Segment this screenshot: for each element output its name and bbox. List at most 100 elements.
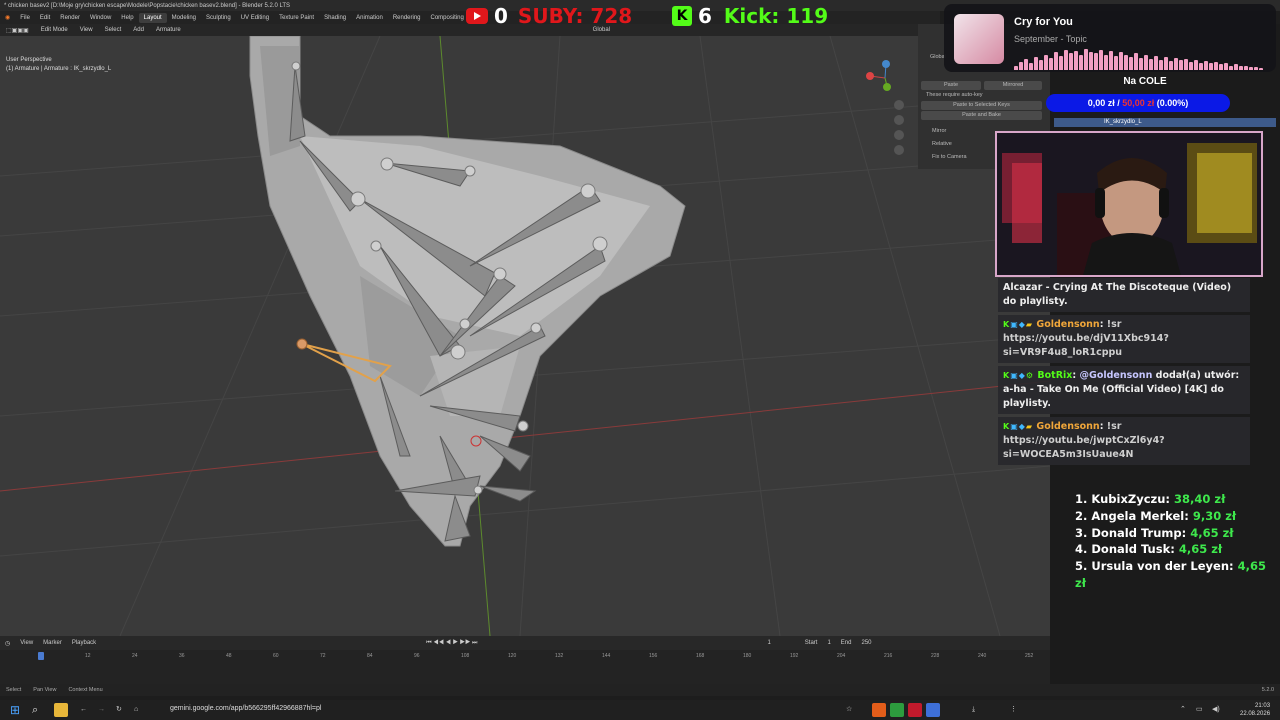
donor-name: Donald Trump: [1091,525,1187,540]
address-bar[interactable]: gemini.google.com/app/b566295ff42966887h… [170,705,321,712]
visualizer-bar [1259,68,1263,70]
option-relative[interactable]: Relative [932,141,952,147]
tray-chevron-icon[interactable]: ⌃ [1180,703,1194,717]
end-frame-field[interactable]: 250 [856,640,876,646]
visualizer-bar [1139,58,1143,70]
menu-select[interactable]: Select [99,27,128,33]
mode-dropdown[interactable]: Edit Mode [35,27,74,33]
navigation-gizmo[interactable] [866,60,891,91]
visualizer-bar [1014,66,1018,70]
windows-start-icon[interactable]: ⊞ [10,703,24,717]
menu-render[interactable]: Render [55,15,85,21]
donor-name: Donald Tusk: [1091,542,1175,557]
visualizer-bar [1024,59,1028,70]
timeline-tick-label: 84 [367,653,373,659]
reload-icon[interactable]: ↻ [116,703,130,717]
network-icon[interactable]: ▭ [1196,703,1210,717]
pan-hand-icon[interactable] [894,115,904,125]
timeline-menu-marker[interactable]: Marker [38,640,67,646]
menu-add[interactable]: Add [127,27,150,33]
timeline-tick-label: 72 [320,653,326,659]
paste-selected-keys-button[interactable]: Paste to Selected Keys [921,101,1042,110]
back-icon[interactable]: ← [80,703,94,717]
chicken-mesh[interactable] [249,36,686,547]
visualizer-bar [1144,55,1148,70]
menu-file[interactable]: File [15,15,35,21]
option-mirror[interactable]: Mirror [932,128,946,134]
menu-help[interactable]: Help [116,15,138,21]
tab-texture-paint[interactable]: Texture Paint [274,13,319,23]
tab-rendering[interactable]: Rendering [388,13,426,23]
mirrored-button[interactable]: Mirrored [984,81,1042,90]
timeline-editor-icon[interactable]: ◷ [0,640,15,647]
extension-icon[interactable] [890,703,904,717]
menu-edit[interactable]: Edit [35,15,55,21]
start-frame-field[interactable]: 1 [822,640,835,646]
ik-bone-head[interactable] [296,338,308,350]
forward-icon[interactable]: → [98,703,112,717]
tab-compositing[interactable]: Compositing [426,13,469,23]
leaderboard-row: 4. Donald Tusk: 4,65 zł [1075,541,1280,558]
tab-animation[interactable]: Animation [351,13,388,23]
now-playing-widget: Cry for You September - Topic [944,4,1276,72]
download-icon[interactable]: ⤓ [972,703,986,717]
donor-name: Angela Merkel: [1091,508,1189,523]
tab-layout[interactable]: Layout [138,12,167,23]
webcam-feed [995,131,1263,277]
bookmark-star-icon[interactable]: ☆ [846,703,860,717]
timeline-menu-view[interactable]: View [15,640,38,646]
3d-viewport[interactable]: User Perspective (1) Armature | Armature… [0,36,1050,636]
playhead[interactable] [38,652,44,660]
visualizer-bar [1194,60,1198,70]
blender-logo-icon[interactable]: ◉ [0,14,15,21]
visualizer-bar [1164,57,1168,70]
tab-sculpting[interactable]: Sculpting [201,13,236,23]
visualizer-bar [1169,61,1173,70]
perspective-label: User Perspective [6,57,52,63]
system-clock[interactable]: 21:03 22.08.2026 [1240,702,1270,718]
visualizer-bar [1209,63,1213,70]
tab-modeling[interactable]: Modeling [167,13,201,23]
search-icon[interactable]: ⌕ [32,703,46,717]
paste-bake-button[interactable]: Paste and Bake [921,111,1042,120]
timeline-ruler[interactable]: 0122436486072849610812013214415616818019… [0,650,1050,684]
donor-name: KubixZyczu: [1091,492,1171,506]
camera-icon[interactable] [894,130,904,140]
current-frame-field[interactable]: 1 [762,640,775,646]
paste-button[interactable]: Paste [921,81,981,90]
visualizer-bar [1254,67,1258,70]
zoom-icon[interactable] [894,100,904,110]
visualizer-bar [1094,53,1098,70]
file-explorer-icon[interactable] [54,703,68,717]
visualizer-bar [1189,62,1193,70]
donation-leaderboard: 1. KubixZyczu: 38,40 zł 2. Angela Merkel… [1075,491,1280,592]
extension-icon[interactable] [926,703,940,717]
volume-icon[interactable]: ◀) [1212,703,1226,717]
chat-message: K▣◆▰ Goldensonn: !sr https://youtu.be/dj… [998,315,1250,363]
chat-message: Alcazar - Crying At The Discoteque (Vide… [998,278,1250,312]
playback-controls-icon[interactable]: ⏮ ◀◀ ◀ ▶ ▶▶ ⏭ [421,640,482,647]
menu-window[interactable]: Window [85,15,116,21]
rank: 4. [1075,542,1088,557]
kick-counter: K 6 Kick: 119 [672,2,828,30]
menu-armature[interactable]: Armature [150,27,187,33]
visualizer-bar [1034,57,1038,70]
select-tool-icon[interactable]: ⬚▣▣▣ [0,27,35,34]
extension-icon[interactable] [908,703,922,717]
grid-toggle-icon[interactable] [894,145,904,155]
kick-icon: K [672,6,692,26]
outliner-active-bone[interactable]: IK_skrzydlo_L [1054,118,1276,127]
visualizer-bar [1204,61,1208,70]
visualizer-bar [1149,59,1153,70]
menu-kebab-icon[interactable]: ⋮ [1010,703,1024,717]
extension-icon[interactable] [872,703,886,717]
timeline-tick-label: 252 [1025,653,1034,659]
tab-shading[interactable]: Shading [319,13,351,23]
option-fix-to-camera[interactable]: Fix to Camera [932,154,967,160]
tab-uv-editing[interactable]: UV Editing [236,13,274,23]
timeline-menu-playback[interactable]: Playback [67,640,101,646]
album-cover [954,14,1004,64]
menu-view[interactable]: View [74,27,99,33]
start-label: Start [804,640,818,646]
home-icon[interactable]: ⌂ [134,703,148,717]
